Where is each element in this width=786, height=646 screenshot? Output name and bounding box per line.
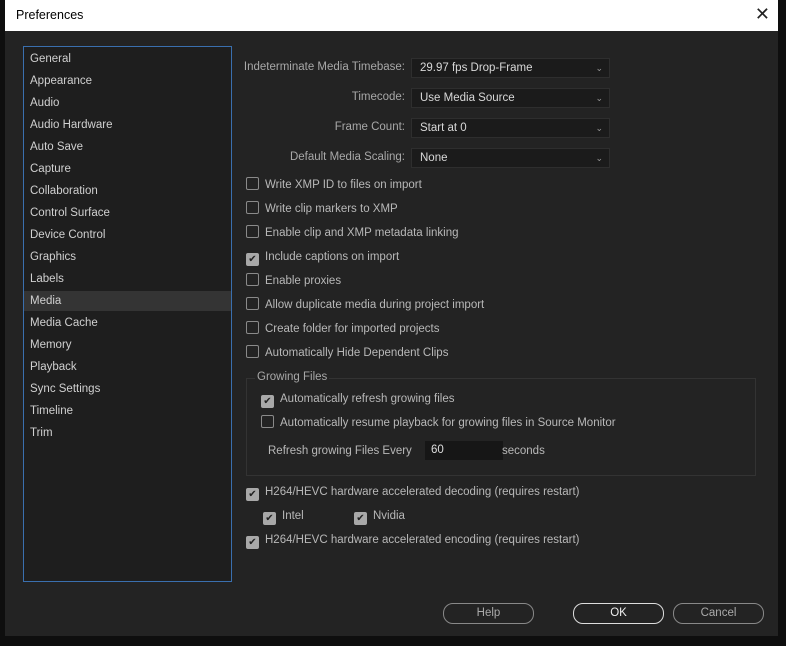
sidebar-item-sync-settings[interactable]: Sync Settings — [24, 379, 231, 399]
hw-decoding-checkbox[interactable]: ✔ H264/HEVC hardware accelerated decoding… — [246, 484, 580, 501]
sidebar-item-memory[interactable]: Memory — [24, 335, 231, 355]
checkbox-icon: ✔ — [261, 395, 274, 408]
field-label: Frame Count: — [334, 121, 405, 133]
refresh-interval-input[interactable]: 60 — [425, 441, 503, 460]
growing-files-group: Growing Files ✔ Automatically refresh gro… — [246, 371, 756, 476]
nvidia-checkbox[interactable]: ✔ Nvidia — [354, 508, 405, 525]
option-checkbox[interactable]: Write XMP ID to files on import — [246, 177, 422, 193]
dialog-title: Preferences — [16, 8, 84, 22]
auto-refresh-checkbox[interactable]: ✔ Automatically refresh growing files — [261, 391, 455, 408]
hw-encoding-checkbox[interactable]: ✔ H264/HEVC hardware accelerated encoding… — [246, 532, 580, 549]
chevron-down-icon: ⌄ — [595, 93, 603, 103]
title-bar: Preferences ✕ — [5, 0, 778, 31]
chevron-down-icon: ⌄ — [595, 123, 603, 133]
sidebar-item-playback[interactable]: Playback — [24, 357, 231, 377]
checkbox-icon — [246, 297, 259, 310]
sidebar-item-control-surface[interactable]: Control Surface — [24, 203, 231, 223]
checkbox-icon — [246, 201, 259, 214]
checkbox-icon: ✔ — [246, 253, 259, 266]
field-dropdown[interactable]: Start at 0 ⌄ — [411, 118, 610, 138]
sidebar-item-graphics[interactable]: Graphics — [24, 247, 231, 267]
checkbox-icon: ✔ — [263, 512, 276, 525]
field-label: Indeterminate Media Timebase: — [243, 61, 405, 73]
option-checkbox[interactable]: Enable proxies — [246, 273, 341, 289]
sidebar-item-media[interactable]: Media — [24, 291, 231, 311]
checkbox-icon — [261, 415, 274, 428]
intel-checkbox[interactable]: ✔ Intel — [263, 508, 304, 525]
ok-button[interactable]: OK — [573, 603, 664, 624]
option-checkbox[interactable]: Allow duplicate media during project imp… — [246, 297, 484, 313]
sidebar-item-timeline[interactable]: Timeline — [24, 401, 231, 421]
sidebar-item-labels[interactable]: Labels — [24, 269, 231, 289]
field-dropdown[interactable]: 29.97 fps Drop-Frame ⌄ — [411, 58, 610, 78]
checkbox-icon — [246, 321, 259, 334]
sidebar-item-media-cache[interactable]: Media Cache — [24, 313, 231, 333]
option-checkbox[interactable]: Write clip markers to XMP — [246, 201, 398, 217]
option-checkbox[interactable]: Enable clip and XMP metadata linking — [246, 225, 459, 241]
checkbox-icon — [246, 345, 259, 358]
sidebar-item-trim[interactable]: Trim — [24, 423, 231, 443]
chevron-down-icon: ⌄ — [595, 153, 603, 163]
checkbox-icon — [246, 225, 259, 238]
checkbox-icon: ✔ — [246, 488, 259, 501]
preferences-dialog: General Appearance Audio Audio Hardware Auto… — [5, 31, 778, 636]
option-checkbox[interactable]: ✔ Include captions on import — [246, 249, 399, 266]
sidebar-item-appearance[interactable]: Appearance — [24, 71, 231, 91]
field-label: Timecode: — [351, 91, 405, 103]
close-icon[interactable]: ✕ — [755, 4, 770, 25]
checkbox-icon: ✔ — [246, 536, 259, 549]
auto-resume-checkbox[interactable]: Automatically resume playback for growin… — [261, 415, 616, 431]
option-checkbox[interactable]: Automatically Hide Dependent Clips — [246, 345, 448, 361]
option-checkbox[interactable]: Create folder for imported projects — [246, 321, 440, 337]
checkbox-icon — [246, 177, 259, 190]
group-title: Growing Files — [255, 371, 330, 383]
field-dropdown[interactable]: None ⌄ — [411, 148, 610, 168]
help-button[interactable]: Help — [443, 603, 534, 624]
checkbox-icon — [246, 273, 259, 286]
field-label: Default Media Scaling: — [289, 151, 405, 163]
seconds-label: seconds — [502, 445, 545, 457]
chevron-down-icon: ⌄ — [595, 63, 603, 73]
refresh-every-label: Refresh growing Files Every — [268, 445, 412, 457]
field-dropdown[interactable]: Use Media Source ⌄ — [411, 88, 610, 108]
checkbox-icon: ✔ — [354, 512, 367, 525]
cancel-button[interactable]: Cancel — [673, 603, 764, 624]
sidebar-item-device-control[interactable]: Device Control — [24, 225, 231, 245]
sidebar-item-collaboration[interactable]: Collaboration — [24, 181, 231, 201]
